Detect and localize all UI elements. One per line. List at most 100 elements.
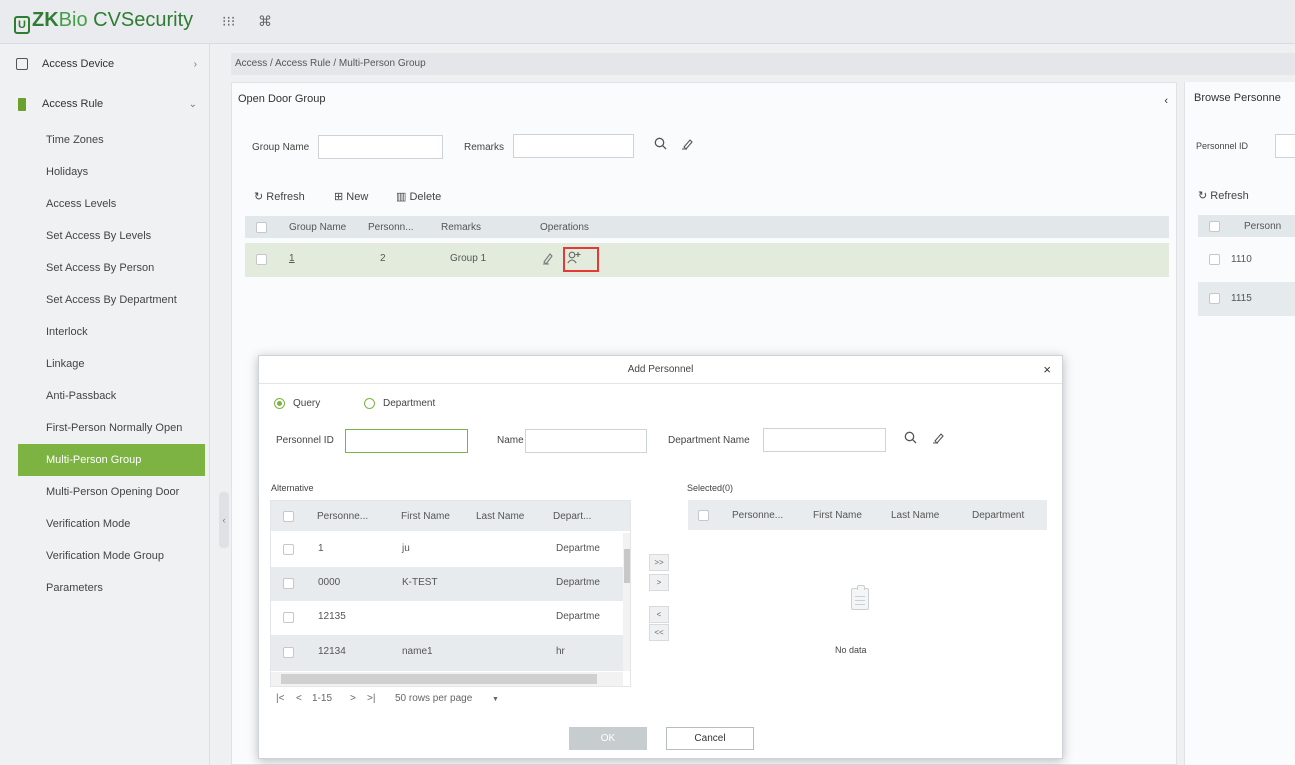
name-label: Name [497,435,524,446]
command-icon[interactable]: ⌘ [258,13,272,30]
sidebar-item-linkage[interactable]: Linkage [0,348,209,380]
last-page-button[interactable]: >| [367,693,375,704]
sidebar-item-holidays[interactable]: Holidays [0,156,209,188]
rows-per-page-select[interactable]: 50 rows per page [395,693,472,704]
select-all-checkbox[interactable] [256,222,267,233]
sidebar-group-access-device[interactable]: Access Device › [0,44,209,84]
department-radio-label: Department [383,398,436,409]
select-all-checkbox[interactable] [283,511,294,522]
sidebar-item-first-person-normally-open[interactable]: First-Person Normally Open [0,412,209,444]
move-all-left-button[interactable]: << [649,624,669,641]
horizontal-scrollbar[interactable] [271,672,623,686]
vertical-scrollbar[interactable] [623,533,630,671]
row-checkbox[interactable] [283,647,294,658]
department-name-input[interactable] [763,428,886,452]
sidebar-group-access-rule[interactable]: Access Rule ⌄ [0,84,209,124]
select-all-checkbox[interactable] [1209,221,1220,232]
table-row[interactable]: 1 2 Group 1 [245,243,1169,277]
group-name-input[interactable] [318,135,443,159]
name-input[interactable] [525,429,647,453]
query-radio[interactable] [274,398,285,409]
clear-filter-icon[interactable] [929,431,947,449]
sidebar-item-multi-person-group[interactable]: Multi-Person Group [18,444,205,476]
breadcrumb: Access / Access Rule / Multi-Person Grou… [231,53,1295,75]
column-header[interactable]: First Name [401,511,450,522]
dropdown-arrow-icon[interactable]: ▼ [492,696,499,703]
column-header[interactable]: Last Name [476,511,524,522]
table-row[interactable]: 1 ju Departme [271,533,623,567]
move-left-button[interactable]: < [649,606,669,623]
personnel-id-label: Personnel ID [276,435,334,446]
sidebar-item-set-access-by-person[interactable]: Set Access By Person [0,252,209,284]
sidebar-item-time-zones[interactable]: Time Zones [0,124,209,156]
column-header[interactable]: Group Name [289,222,346,233]
sidebar-collapse-handle[interactable]: ‹ [219,492,229,548]
row-checkbox[interactable] [1209,254,1220,265]
group-name-link[interactable]: 1 [289,253,295,264]
remarks-input[interactable] [513,134,634,158]
alternative-label: Alternative [271,483,314,493]
row-checkbox[interactable] [283,612,294,623]
department-radio[interactable] [364,398,375,409]
search-icon[interactable] [901,431,919,449]
personnel-id-input[interactable] [345,429,468,453]
add-personnel-dialog: Add Personnel × Query Department Personn… [258,355,1063,759]
column-header[interactable]: Remarks [441,222,481,233]
sidebar-item-interlock[interactable]: Interlock [0,316,209,348]
move-right-button[interactable]: > [649,574,669,591]
select-all-checkbox[interactable] [698,510,709,521]
new-icon: ⊞ [334,191,347,203]
device-icon [16,58,28,70]
ok-button[interactable]: OK [569,727,647,750]
column-header[interactable]: Depart... [553,511,591,522]
highlight-box [563,247,599,272]
sidebar-item-verification-mode[interactable]: Verification Mode [0,508,209,540]
prev-page-button[interactable]: < [296,693,302,704]
sidebar-item-access-levels[interactable]: Access Levels [0,188,209,220]
personnel-id-input[interactable] [1275,134,1295,158]
delete-button[interactable]: ▥ Delete [396,190,441,203]
table-row[interactable]: 0000 K-TEST Departme [271,567,623,601]
sidebar-item-set-access-by-levels[interactable]: Set Access By Levels [0,220,209,252]
refresh-button[interactable]: ↻ Refresh [1198,189,1249,202]
new-button[interactable]: ⊞ New [334,190,368,203]
close-icon[interactable]: × [1043,362,1051,377]
edit-icon[interactable] [542,251,554,268]
scrollbar-thumb[interactable] [281,674,597,684]
clear-filter-icon[interactable] [678,137,696,155]
page-range: 1-15 [312,693,333,704]
apps-grid-icon[interactable]: ⁝⁝⁝ [222,13,235,30]
sidebar-item-anti-passback[interactable]: Anti-Passback [0,380,209,412]
cancel-button[interactable]: Cancel [666,727,754,750]
scrollbar-thumb[interactable] [624,549,630,583]
row-checkbox[interactable] [283,578,294,589]
column-header[interactable]: First Name [813,510,862,521]
refresh-button[interactable]: ↻ Refresh [254,190,305,203]
collapse-panel-icon[interactable]: ‹ [1164,95,1168,107]
sidebar-item-verification-mode-group[interactable]: Verification Mode Group [0,540,209,572]
row-checkbox[interactable] [283,544,294,555]
table-row[interactable]: 1115 [1198,282,1295,316]
column-header[interactable]: Personn [1244,221,1281,232]
column-header[interactable]: Personne... [317,511,368,522]
table-row[interactable]: 12134 name1 hr [271,635,623,671]
first-page-button[interactable]: |< [276,693,284,704]
table-header: Personne... First Name Last Name Depart.… [271,501,630,531]
department-name-label: Department Name [668,435,750,446]
sidebar-item-set-access-by-department[interactable]: Set Access By Department [0,284,209,316]
column-header[interactable]: Personne... [732,510,783,521]
move-all-right-button[interactable]: >> [649,554,669,571]
table-row[interactable]: 12135 Departme [271,601,623,635]
row-checkbox[interactable] [1209,293,1220,304]
top-bar: U ZKBio CVSecurity ⁝⁝⁝ ⌘ [0,0,1295,44]
row-checkbox[interactable] [256,254,267,265]
app-logo[interactable]: U ZKBio CVSecurity [14,9,193,34]
sidebar-item-parameters[interactable]: Parameters [0,572,209,604]
search-icon[interactable] [651,137,669,155]
column-header[interactable]: Last Name [891,510,939,521]
table-row[interactable]: 1110 [1198,244,1295,276]
sidebar-item-multi-person-opening-door[interactable]: Multi-Person Opening Door [0,476,209,508]
column-header[interactable]: Personn... [368,222,414,233]
column-header[interactable]: Department [972,510,1024,521]
next-page-button[interactable]: > [350,693,356,704]
